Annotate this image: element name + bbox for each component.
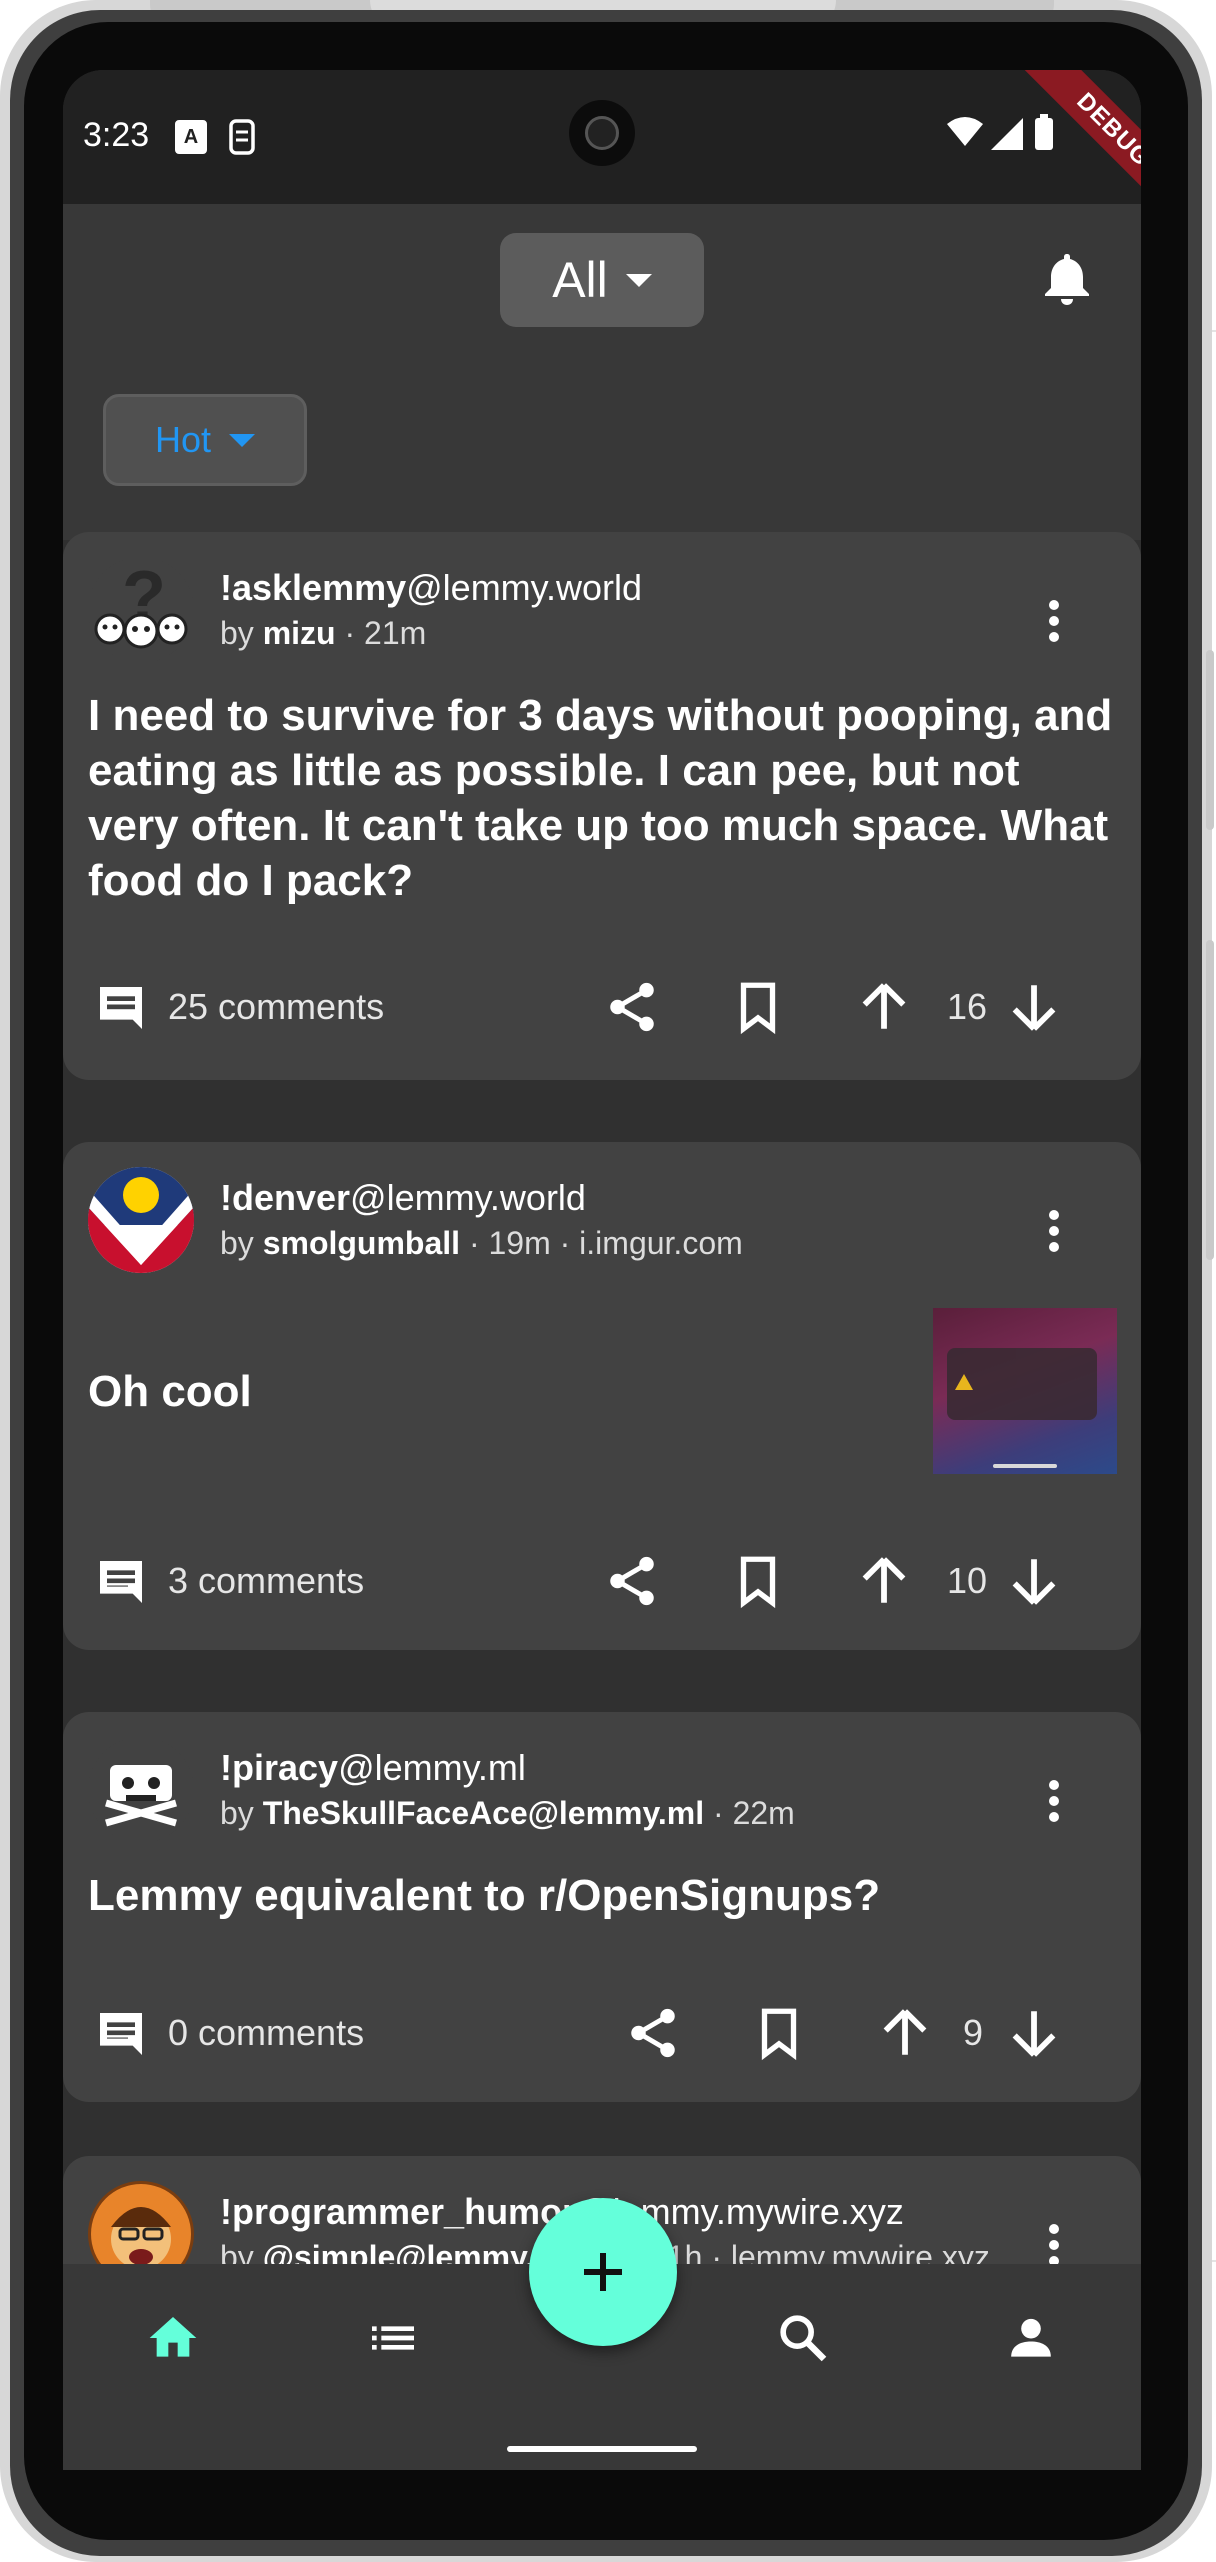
arrow-down-icon[interactable] (1005, 1552, 1063, 1610)
keyboard-notification-icon: A (175, 120, 207, 154)
status-bar: 3:23 A DEBUG (63, 70, 1141, 237)
more-vert-icon[interactable] (1049, 1210, 1059, 1258)
post-title[interactable]: Lemmy equivalent to r/OpenSignups? (88, 1868, 1118, 1923)
status-time: 3:23 (83, 116, 150, 154)
post-byline: by mizu · 21m (220, 615, 427, 651)
feed-type-label: All (552, 252, 608, 308)
comment-icon[interactable] (93, 1554, 149, 1610)
more-vert-icon[interactable] (1049, 1780, 1059, 1828)
post-actions: 3 comments 10 (63, 1542, 1141, 1622)
arrow-down-icon[interactable] (1005, 2004, 1063, 2062)
comments-count[interactable]: 0 comments (168, 2012, 364, 2054)
sort-dropdown[interactable]: Hot (103, 394, 307, 486)
post-actions: 25 comments 16 (63, 968, 1141, 1048)
home-icon[interactable] (145, 2310, 201, 2366)
status-icons (947, 114, 1053, 150)
bookmark-icon[interactable] (750, 2004, 808, 2062)
post-thumbnail[interactable] (933, 1308, 1117, 1474)
vote-score: 16 (946, 986, 988, 1027)
phone-screen: 3:23 A DEBUG All Hot ? !asklemmy@lemmy.w… (63, 70, 1141, 2470)
gesture-home-indicator[interactable] (507, 2446, 697, 2452)
comments-count[interactable]: 3 comments (168, 1560, 364, 1602)
list-icon[interactable] (365, 2310, 421, 2366)
share-icon[interactable] (624, 2004, 682, 2062)
signal-icon (991, 118, 1023, 150)
sort-label: Hot (154, 419, 212, 460)
bookmark-icon[interactable] (729, 1552, 787, 1610)
more-vert-icon[interactable] (1049, 600, 1059, 648)
chevron-down-icon (625, 273, 652, 287)
plus-icon (584, 2253, 622, 2291)
community-name[interactable]: !piracy@lemmy.ml (220, 1747, 526, 1789)
post-card[interactable]: !piracy@lemmy.ml by TheSkullFaceAce@lemm… (63, 1712, 1141, 2102)
front-camera (569, 100, 635, 166)
share-icon[interactable] (603, 1552, 661, 1610)
post-title[interactable]: I need to survive for 3 days without poo… (88, 688, 1118, 908)
person-icon[interactable] (1003, 2310, 1059, 2366)
battery-icon (1035, 118, 1053, 150)
community-avatar[interactable]: ? (88, 557, 194, 663)
share-icon[interactable] (603, 978, 661, 1036)
feed-type-dropdown[interactable]: All (500, 233, 704, 327)
author-name[interactable]: smolgumball (263, 1225, 460, 1261)
post-title[interactable]: Oh cool (88, 1364, 888, 1419)
community-avatar[interactable] (88, 1737, 194, 1843)
wifi-icon (947, 117, 983, 146)
post-byline: by smolgumball · 19m · i.imgur.com (220, 1225, 743, 1261)
sim-icon (229, 119, 255, 155)
device-side-button (1206, 650, 1214, 830)
post-card[interactable]: ? !asklemmy@lemmy.world by mizu · 21m I … (63, 532, 1141, 1080)
arrow-down-icon[interactable] (1005, 978, 1063, 1036)
device-side-button (1206, 940, 1214, 1260)
author-name[interactable]: mizu (263, 615, 336, 651)
chevron-down-icon (229, 433, 256, 447)
comment-icon[interactable] (93, 980, 149, 1036)
notifications-icon[interactable] (1041, 250, 1093, 306)
community-name[interactable]: !denver@lemmy.world (220, 1177, 586, 1219)
post-meta: · 19m · i.imgur.com (460, 1225, 743, 1261)
bookmark-icon[interactable] (729, 978, 787, 1036)
comment-icon[interactable] (93, 2006, 149, 2062)
post-meta: · 21m (335, 615, 427, 651)
comments-count[interactable]: 25 comments (168, 986, 384, 1028)
arrow-up-icon[interactable] (855, 978, 913, 1036)
community-avatar[interactable] (88, 1167, 194, 1273)
arrow-up-icon[interactable] (876, 2004, 934, 2062)
community-name[interactable]: !asklemmy@lemmy.world (220, 567, 642, 609)
thumbnail-image-content (947, 1348, 1097, 1420)
vote-score: 9 (962, 2012, 984, 2053)
post-meta: · 22m (704, 1795, 795, 1831)
vote-score: 10 (946, 1560, 988, 1601)
device-frame: 3:23 A DEBUG All Hot ? !asklemmy@lemmy.w… (0, 0, 1214, 2562)
post-byline: by TheSkullFaceAce@lemmy.ml · 22m (220, 1795, 795, 1831)
post-card[interactable]: !denver@lemmy.world by smolgumball · 19m… (63, 1142, 1141, 1650)
search-icon[interactable] (775, 2310, 831, 2366)
author-name[interactable]: TheSkullFaceAce@lemmy.ml (263, 1795, 704, 1831)
arrow-up-icon[interactable] (855, 1552, 913, 1610)
post-actions: 0 comments 9 (63, 1994, 1141, 2074)
create-post-button[interactable] (529, 2198, 677, 2346)
